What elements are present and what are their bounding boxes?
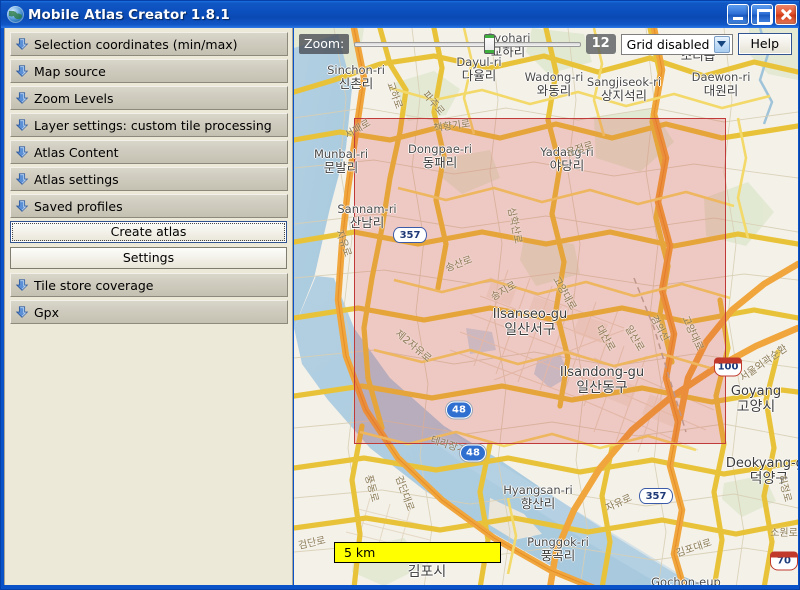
globe-icon — [7, 6, 24, 23]
down-arrow-icon — [15, 119, 29, 131]
sidebar-item-atlas-content[interactable]: Atlas Content — [10, 140, 288, 164]
sidebar-item-label: Atlas Content — [34, 144, 119, 160]
sidebar-item-label: Atlas settings — [34, 171, 119, 187]
window-bottom-border — [1, 585, 799, 589]
grid-select-label: Grid disabled — [626, 36, 710, 52]
scale-bar-label: 5 km — [344, 545, 376, 560]
sidebar-item-label: Zoom Levels — [34, 90, 114, 106]
zoom-slider[interactable] — [354, 34, 581, 54]
map-graphics — [294, 28, 798, 588]
down-arrow-icon — [15, 200, 29, 212]
minimize-button[interactable] — [727, 4, 749, 25]
sidebar-panel: Selection coordinates (min/max) Map sour… — [4, 28, 293, 588]
map-panel[interactable]: Sinchon-ri 신촌리 Dayul-ri 다율리 Wadong-ri 와동리 Sang… — [294, 28, 798, 588]
map-canvas[interactable]: Sinchon-ri 신촌리 Dayul-ri 다율리 Wadong-ri 와동리 Sang… — [294, 28, 798, 588]
sidebar-item-label: Layer settings: custom tile processing — [34, 117, 272, 133]
title-bar: Mobile Atlas Creator 1.8.1 — [1, 1, 799, 28]
help-button[interactable]: Help — [737, 33, 792, 55]
sidebar-item-layer-settings[interactable]: Layer settings: custom tile processing — [10, 113, 288, 137]
close-button[interactable] — [775, 4, 797, 25]
down-arrow-icon — [15, 306, 29, 318]
sidebar-item-zoom-levels[interactable]: Zoom Levels — [10, 86, 288, 110]
zoom-level-value: 12 — [585, 34, 616, 54]
create-atlas-button[interactable]: Create atlas — [10, 221, 287, 243]
sidebar-item-gpx[interactable]: Gpx — [10, 300, 288, 324]
sidebar-item-selection-coordinates[interactable]: Selection coordinates (min/max) — [10, 32, 288, 56]
scale-bar: 5 km — [334, 542, 501, 563]
sidebar-item-atlas-settings[interactable]: Atlas settings — [10, 167, 288, 191]
zoom-slider-thumb[interactable] — [484, 34, 496, 54]
settings-button[interactable]: Settings — [10, 247, 287, 269]
sidebar-item-label: Gpx — [34, 304, 60, 320]
down-arrow-icon — [15, 65, 29, 77]
sidebar-item-map-source[interactable]: Map source — [10, 59, 288, 83]
sidebar-item-saved-profiles[interactable]: Saved profiles — [10, 194, 288, 218]
sidebar-item-label: Tile store coverage — [34, 277, 154, 293]
down-arrow-icon — [15, 146, 29, 158]
down-arrow-icon — [15, 173, 29, 185]
down-arrow-icon — [15, 38, 29, 50]
sidebar-item-label: Map source — [34, 63, 106, 79]
sidebar-item-label: Saved profiles — [34, 198, 123, 214]
sidebar-item-label: Selection coordinates (min/max) — [34, 36, 238, 52]
sidebar-item-tile-store-coverage[interactable]: Tile store coverage — [10, 273, 288, 297]
grid-select[interactable]: Grid disabled — [620, 33, 733, 55]
zoom-label: Zoom: — [299, 34, 350, 54]
window-controls — [727, 4, 799, 25]
window-title: Mobile Atlas Creator 1.8.1 — [28, 6, 230, 23]
chevron-down-icon[interactable] — [713, 35, 730, 53]
down-arrow-icon — [15, 279, 29, 291]
down-arrow-icon — [15, 92, 29, 104]
maximize-button[interactable] — [751, 4, 773, 25]
application-window: Mobile Atlas Creator 1.8.1 Selection coo… — [0, 0, 800, 590]
zoom-slider-track[interactable] — [354, 42, 581, 47]
